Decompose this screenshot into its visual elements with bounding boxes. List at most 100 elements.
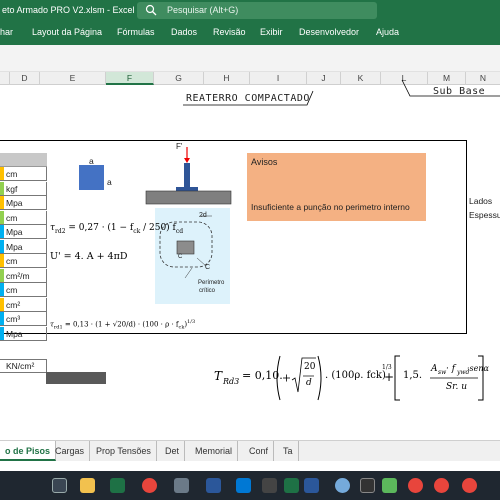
rstudio-icon[interactable] bbox=[335, 478, 350, 493]
tab-inserir[interactable]: har bbox=[0, 27, 13, 37]
chrome-icon-3[interactable] bbox=[434, 478, 449, 493]
unit-cell[interactable]: cm²/m bbox=[0, 268, 47, 283]
sheet-tab-pisos[interactable]: o de Pisos bbox=[0, 441, 57, 461]
search-icon bbox=[145, 4, 157, 16]
unit-cell[interactable]: kgf bbox=[0, 181, 47, 196]
photos-icon[interactable] bbox=[236, 478, 251, 493]
unit-marker bbox=[0, 268, 4, 282]
chrome-icon[interactable] bbox=[142, 478, 157, 493]
sheet-tab-prop-tensoes[interactable]: Prop Tensões bbox=[91, 441, 157, 461]
unit-label: Mpa bbox=[6, 227, 23, 237]
unit-marker bbox=[0, 196, 4, 209]
col-header[interactable]: I bbox=[250, 72, 307, 85]
sheet-tabs: o de Pisos Cargas Prop Tensões Det Memor… bbox=[0, 440, 500, 461]
espessura-label: Espessu bbox=[469, 210, 500, 220]
avisos-message: Insuficiente a punção no perimetro inter… bbox=[251, 202, 410, 212]
unit-marker bbox=[0, 283, 4, 296]
task-view-icon[interactable] bbox=[52, 478, 67, 493]
word-icon[interactable] bbox=[304, 478, 319, 493]
tab-dados[interactable]: Dados bbox=[171, 27, 197, 37]
lados-label: Lados bbox=[469, 196, 493, 206]
unit-marker bbox=[0, 254, 4, 267]
excel-icon[interactable] bbox=[110, 478, 125, 493]
unit-marker bbox=[0, 326, 4, 340]
formula-trd1: τrd1 = 0,13 · (1 + √20/d) · (100 · ρ · f… bbox=[50, 319, 196, 331]
search-box[interactable]: Pesquisar (Alt+G) bbox=[137, 2, 377, 19]
unit-label: Mpa bbox=[6, 241, 23, 252]
unit-cell[interactable]: cm³ bbox=[0, 312, 47, 326]
formula-trd3: T Rd3 = 0,10. 20 d . (100ρ. fck) 1/3 + 1… bbox=[214, 354, 489, 402]
tab-exibir[interactable]: Exibir bbox=[260, 27, 283, 37]
chrome-icon-2[interactable] bbox=[408, 478, 423, 493]
unit-cell[interactable]: Mpa bbox=[0, 239, 47, 254]
unit-marker bbox=[0, 297, 4, 311]
excel-icon-2[interactable] bbox=[284, 478, 299, 493]
col-header[interactable]: J bbox=[307, 72, 341, 85]
tab-ajuda[interactable]: Ajuda bbox=[376, 27, 399, 37]
unit-cell[interactable]: cm bbox=[0, 283, 47, 297]
col-header[interactable]: H bbox=[204, 72, 250, 85]
sheet-tab-memorial[interactable]: Memorial bbox=[190, 441, 239, 461]
units-header bbox=[0, 153, 47, 167]
explorer-icon[interactable] bbox=[80, 478, 95, 493]
label-critico: crítico bbox=[199, 288, 216, 294]
unit-marker bbox=[0, 181, 4, 195]
camtasia-icon[interactable] bbox=[382, 478, 397, 493]
column-section-square bbox=[79, 165, 104, 190]
unit-cell[interactable]: Mpa bbox=[0, 326, 47, 341]
col-header[interactable]: D bbox=[10, 72, 40, 85]
subbase-outline bbox=[401, 79, 500, 97]
label-c2: C bbox=[178, 254, 183, 260]
unit-label: cm² bbox=[6, 299, 21, 310]
avisos-panel: Avisos Insuficiente a punção no perimetr… bbox=[247, 153, 426, 221]
sheet-tab-det[interactable]: Det bbox=[160, 441, 186, 461]
sheet-tab-conf[interactable]: Conf bbox=[244, 441, 275, 461]
unit-label: cm²/m bbox=[6, 270, 30, 281]
col-header-selected[interactable]: F bbox=[106, 72, 154, 85]
unit-cell[interactable]: cm bbox=[0, 167, 47, 181]
unit-marker bbox=[0, 239, 4, 253]
col-header[interactable]: G bbox=[154, 72, 204, 85]
unit-label: kgf bbox=[6, 183, 18, 194]
unit-label: cm bbox=[6, 212, 18, 223]
label-perimetro: Perímetro bbox=[198, 280, 225, 286]
unit-label: cm bbox=[6, 256, 18, 266]
tab-formulas[interactable]: Fórmulas bbox=[117, 27, 155, 37]
chrome-icon-4[interactable] bbox=[462, 478, 477, 493]
sheet-tab-more[interactable]: Ta bbox=[278, 441, 299, 461]
avisos-title: Avisos bbox=[251, 157, 278, 167]
unit-marker bbox=[0, 225, 4, 238]
title-bar: eto Armado PRO V2.xlsm - Excel Pesquisar… bbox=[0, 0, 500, 22]
unit-marker bbox=[0, 210, 4, 224]
search-placeholder: Pesquisar (Alt+G) bbox=[167, 5, 239, 15]
unit-cell[interactable]: cm bbox=[0, 254, 47, 268]
settings-icon[interactable] bbox=[174, 478, 189, 493]
unit-marker bbox=[0, 312, 4, 325]
col-header[interactable]: K bbox=[341, 72, 381, 85]
unit-cell[interactable]: Mpa bbox=[0, 196, 47, 210]
col-header[interactable]: E bbox=[40, 72, 106, 85]
unit-label: cm bbox=[6, 169, 18, 179]
unit-label: Mpa bbox=[6, 328, 23, 339]
unit-cell[interactable]: cm² bbox=[0, 297, 47, 312]
app-icon[interactable] bbox=[360, 478, 375, 493]
label-f-load: F' bbox=[176, 142, 183, 151]
square-label-side: a bbox=[107, 177, 112, 187]
taskbar bbox=[0, 471, 500, 500]
formula-bar-area bbox=[0, 45, 500, 72]
unit-label: cm bbox=[6, 285, 18, 295]
tab-revisao[interactable]: Revisão bbox=[213, 27, 246, 37]
tab-layout[interactable]: Layout da Página bbox=[32, 27, 102, 37]
calc-icon[interactable] bbox=[262, 478, 277, 493]
sheet-tab-cargas[interactable]: Cargas bbox=[50, 441, 91, 461]
unit-cell-kn[interactable]: KN/cm² bbox=[0, 359, 47, 373]
unit-cell[interactable]: Mpa bbox=[0, 225, 47, 239]
formula-trd2: τrd2 = 0,27 · (1 − fck / 250) fcd bbox=[50, 223, 184, 235]
unit-cell[interactable]: cm bbox=[0, 210, 47, 225]
ribbon-tabs: har Layout da Página Fórmulas Dados Revi… bbox=[0, 22, 500, 45]
label-c1: C bbox=[205, 264, 211, 271]
store-icon[interactable] bbox=[206, 478, 221, 493]
tab-desenvolvedor[interactable]: Desenvolvedor bbox=[299, 27, 359, 37]
square-label-top: a bbox=[89, 156, 94, 166]
reaterro-underline bbox=[183, 90, 314, 106]
